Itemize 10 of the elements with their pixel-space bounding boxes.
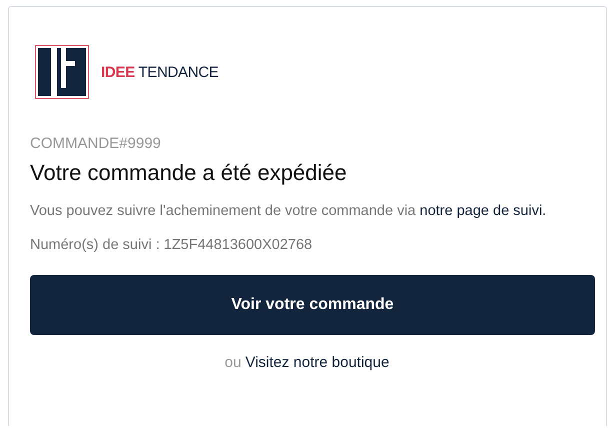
or-text: ou	[224, 354, 242, 371]
tracking-number: Numéro(s) de suivi : 1Z5F44813600X02768	[30, 237, 314, 253]
order-number: COMMANDE#9999	[30, 135, 162, 152]
tracking-page-link[interactable]: notre page de suivi.	[420, 203, 546, 219]
logo-icon	[35, 45, 89, 99]
brand-name: IDEE TENDANCE	[101, 64, 219, 80]
shop-link[interactable]: Visitez notre boutique	[245, 354, 390, 371]
view-order-button[interactable]: Voir votre commande	[30, 275, 595, 335]
message-text: Vous pouvez suivre l'acheminement de votre commande via notre page de suivi.	[30, 202, 548, 221]
heading: Votre commande a été expédiée	[30, 160, 348, 186]
